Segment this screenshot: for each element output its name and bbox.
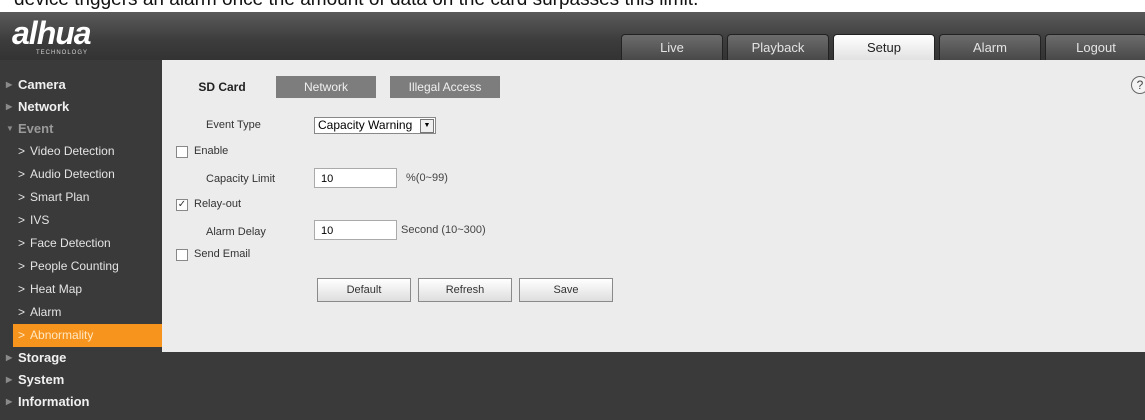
app-header: alhua TECHNOLOGY Live Playback Setup Ala…: [0, 12, 1145, 61]
sidebar-item-label: Alarm: [30, 305, 62, 319]
sidebar-item-label: IVS: [30, 213, 50, 227]
relay-out-checkbox[interactable]: ✓: [176, 199, 188, 211]
chevron-right-icon: >: [18, 236, 26, 250]
event-type-label: Event Type: [206, 119, 261, 131]
capacity-limit-range: %(0~99): [406, 172, 448, 184]
sidebar-item-storage[interactable]: ▶ Storage: [0, 347, 162, 369]
tab-sd-card[interactable]: SD Card: [172, 76, 272, 98]
chevron-right-icon: >: [18, 213, 26, 227]
sidebar-item-audio-detection[interactable]: > Audio Detection: [0, 163, 162, 186]
sub-tab-bar: SD Card Network Illegal Access: [162, 76, 1145, 98]
collapsed-triangle-icon: ▶: [6, 80, 13, 89]
collapsed-triangle-icon: ▶: [6, 353, 13, 362]
sidebar-item-label: Camera: [18, 77, 66, 92]
nav-tab-playback[interactable]: Playback: [727, 34, 829, 61]
chevron-right-icon: >: [18, 190, 26, 204]
alarm-delay-label: Alarm Delay: [206, 226, 266, 238]
send-email-label: Send Email: [194, 248, 251, 260]
save-button[interactable]: Save: [519, 278, 613, 302]
collapsed-triangle-icon: ▶: [6, 397, 13, 406]
chevron-right-icon: >: [18, 305, 26, 319]
collapsed-triangle-icon: ▶: [6, 375, 13, 384]
sidebar-item-label: Network: [18, 99, 70, 114]
sidebar-item-label: Smart Plan: [30, 190, 90, 204]
logo-subtitle: TECHNOLOGY: [36, 50, 89, 56]
sidebar-item-label: Storage: [18, 350, 67, 365]
chevron-right-icon: >: [18, 282, 26, 296]
sidebar-item-network[interactable]: ▶ Network: [0, 96, 162, 118]
tab-illegal-access[interactable]: Illegal Access: [390, 76, 500, 98]
sidebar-item-label: People Counting: [30, 259, 119, 273]
sidebar-item-label: Heat Map: [30, 282, 83, 296]
sidebar-item-alarm[interactable]: > Alarm: [0, 301, 162, 324]
capacity-limit-input[interactable]: 10: [314, 168, 397, 188]
sidebar-item-label: Audio Detection: [30, 167, 115, 181]
chevron-right-icon: >: [18, 328, 26, 342]
alarm-delay-input[interactable]: 10: [314, 220, 397, 240]
footer-area: [162, 352, 1145, 420]
sidebar-item-information[interactable]: ▶ Information: [0, 391, 162, 413]
sidebar-item-label: Face Detection: [30, 236, 111, 250]
sidebar-item-camera[interactable]: ▶ Camera: [0, 74, 162, 96]
dahua-logo: alhua: [12, 15, 92, 51]
default-button[interactable]: Default: [317, 278, 411, 302]
settings-panel: SD Card Network Illegal Access ? Event T…: [162, 60, 1145, 352]
chevron-right-icon: >: [18, 259, 26, 273]
enable-label: Enable: [194, 145, 229, 157]
sidebar-item-ivs[interactable]: > IVS: [0, 209, 162, 232]
sidebar-item-smart-plan[interactable]: > Smart Plan: [0, 186, 162, 209]
send-email-checkbox[interactable]: [176, 249, 188, 261]
chevron-right-icon: >: [18, 167, 26, 181]
enable-checkbox[interactable]: [176, 146, 188, 158]
alarm-delay-range: Second (10~300): [401, 224, 486, 236]
nav-tab-live[interactable]: Live: [621, 34, 723, 61]
sidebar-item-label: Information: [18, 394, 90, 409]
dropdown-arrow-icon: ▼: [420, 119, 434, 133]
help-icon[interactable]: ?: [1131, 76, 1145, 94]
tab-network[interactable]: Network: [276, 76, 376, 98]
nav-tab-alarm[interactable]: Alarm: [939, 34, 1041, 61]
relay-out-label: Relay-out: [194, 198, 242, 210]
sidebar-item-video-detection[interactable]: > Video Detection: [0, 140, 162, 163]
sidebar-item-label: Event: [18, 121, 54, 136]
sidebar-item-event[interactable]: ▼ Event: [0, 118, 162, 140]
event-type-select[interactable]: Capacity Warning ▼: [314, 117, 436, 134]
document-caption: device triggers an alarm once the amount…: [14, 0, 698, 11]
collapsed-triangle-icon: ▶: [6, 102, 13, 111]
sidebar-item-people-counting[interactable]: > People Counting: [0, 255, 162, 278]
sidebar-item-label: System: [18, 372, 65, 387]
nav-tab-logout[interactable]: Logout: [1045, 34, 1145, 61]
sidebar-item-label: Video Detection: [30, 144, 115, 158]
refresh-button[interactable]: Refresh: [418, 278, 512, 302]
sidebar-item-face-detection[interactable]: > Face Detection: [0, 232, 162, 255]
sidebar: ▶ Camera ▶ Network ▼ Event > Video Detect…: [0, 60, 162, 420]
event-type-value: Capacity Warning: [318, 118, 413, 132]
nav-tab-setup[interactable]: Setup: [833, 34, 935, 61]
sidebar-item-abnormality[interactable]: > Abnormality: [13, 324, 162, 347]
chevron-right-icon: >: [18, 144, 26, 158]
capacity-limit-label: Capacity Limit: [206, 173, 276, 185]
sidebar-item-heat-map[interactable]: > Heat Map: [0, 278, 162, 301]
sidebar-item-label: Abnormality: [30, 328, 94, 342]
main-nav: Live Playback Setup Alarm Logout: [621, 34, 1145, 61]
sidebar-item-system[interactable]: ▶ System: [0, 369, 162, 391]
expanded-triangle-icon: ▼: [6, 124, 14, 133]
